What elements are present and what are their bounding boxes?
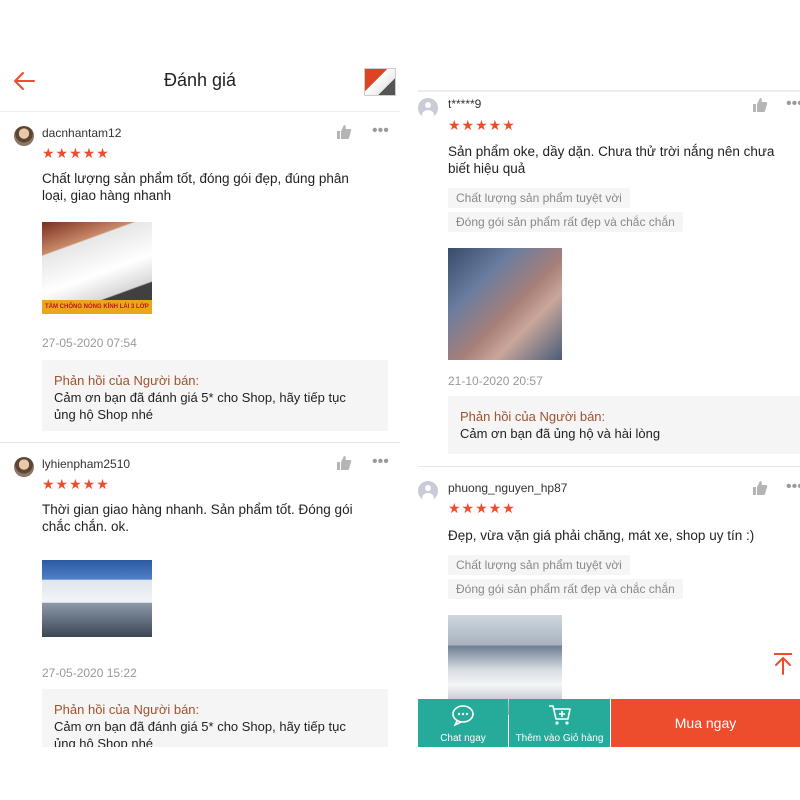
add-to-cart-label: Thêm vào Giỏ hàng bbox=[515, 733, 604, 744]
review-text-line: chắc chắn. ok. bbox=[42, 519, 130, 534]
seller-reply-title: Phản hồi của Người bán: bbox=[460, 409, 606, 424]
star-rating: ★★★★★ bbox=[448, 500, 516, 516]
review-photo[interactable] bbox=[448, 248, 562, 360]
star-rating: ★★★★★ bbox=[448, 117, 516, 133]
product-thumbnail[interactable] bbox=[364, 68, 396, 96]
seller-reply-text: Cảm ơn bạn đã đánh giá 5* cho Shop, hãy … bbox=[54, 390, 346, 405]
username: t*****9 bbox=[448, 97, 482, 111]
review-text: Thời gian giao hàng nhanh. Sản phẩm tốt.… bbox=[42, 501, 353, 535]
seller-reply: Phản hồi của Người bán: Cảm ơn bạn đã đá… bbox=[42, 360, 388, 431]
more-icon[interactable]: ••• bbox=[786, 479, 800, 495]
seller-reply: Phản hồi của Người bán: Cảm ơn bạn đã ủn… bbox=[448, 396, 800, 454]
avatar bbox=[14, 457, 34, 477]
header: Đánh giá bbox=[0, 50, 400, 112]
review-text-line: Sản phẩm oke, dầy dặn. Chưa thử trời nắn… bbox=[448, 144, 775, 159]
divider bbox=[418, 466, 800, 467]
page-title: Đánh giá bbox=[163, 70, 237, 90]
username: dacnhantam12 bbox=[42, 126, 122, 140]
chat-icon bbox=[452, 705, 474, 726]
divider bbox=[0, 442, 400, 443]
username: lyhienpham2510 bbox=[42, 457, 131, 471]
right-screenshot: t*****9 ••• ★★★★★ Sản phẩm oke, dầy dặn.… bbox=[418, 88, 800, 747]
avatar bbox=[418, 98, 438, 118]
review-tag: Đóng gói sản phẩm rất đẹp và chắc chắn bbox=[448, 579, 683, 599]
add-to-cart-button[interactable]: Thêm vào Giỏ hàng bbox=[509, 699, 610, 747]
review-text-line: Thời gian giao hàng nhanh. Sản phẩm tốt.… bbox=[42, 502, 353, 517]
review-tag: Chất lượng sản phẩm tuyệt vời bbox=[448, 555, 630, 575]
review-date: 27-05-2020 07:54 bbox=[42, 336, 137, 350]
scroll-top-icon[interactable] bbox=[770, 650, 796, 676]
review-text-line: biết hiệu quả bbox=[448, 161, 526, 176]
avatar bbox=[14, 126, 34, 146]
seller-reply-text: ủng hộ Shop nhé bbox=[54, 407, 154, 422]
add-to-cart-icon bbox=[548, 705, 571, 725]
review-tag: Chất lượng sản phẩm tuyệt vời bbox=[448, 188, 630, 208]
avatar bbox=[418, 481, 438, 501]
review-text: Chất lượng sản phẩm tốt, đóng gói đẹp, đ… bbox=[42, 170, 349, 204]
review-text: Đẹp, vừa vặn giá phải chăng, mát xe, sho… bbox=[448, 527, 754, 544]
like-icon[interactable] bbox=[752, 97, 768, 113]
chat-now-button[interactable]: Chat ngay bbox=[418, 699, 508, 747]
like-icon[interactable] bbox=[336, 124, 352, 140]
photo-banner-text: TẤM CHỐNG NÓNG KÍNH LÁI 3 LỚP bbox=[42, 300, 152, 314]
review-text-line: Chất lượng sản phẩm tốt, đóng gói đẹp, đ… bbox=[42, 171, 349, 186]
more-icon[interactable]: ••• bbox=[372, 454, 389, 470]
seller-reply: Phản hồi của Người bán: Cảm ơn bạn đã đá… bbox=[42, 689, 388, 747]
seller-reply-text: Cảm ơn bạn đã ủng hộ và hài lòng bbox=[460, 426, 661, 441]
review-text-line: loại, giao hàng nhanh bbox=[42, 188, 172, 203]
review-text: Sản phẩm oke, dầy dặn. Chưa thử trời nắn… bbox=[448, 143, 774, 177]
more-icon[interactable]: ••• bbox=[372, 123, 389, 139]
seller-reply-title: Phản hồi của Người bán: bbox=[54, 373, 200, 388]
buy-now-button[interactable]: Mua ngay bbox=[611, 699, 800, 747]
seller-reply-title: Phản hồi của Người bán: bbox=[54, 702, 200, 717]
chat-now-label: Chat ngay bbox=[440, 733, 486, 744]
bottom-action-bar: Chat ngay Thêm vào Giỏ hàng Mua ngay bbox=[418, 699, 800, 747]
seller-reply-text: Cảm ơn bạn đã đánh giá 5* cho Shop, hãy … bbox=[54, 719, 346, 734]
left-screenshot: Đánh giá dacnhantam12 ••• ★★★★★ Chất lượ… bbox=[0, 50, 400, 747]
like-icon[interactable] bbox=[752, 480, 768, 496]
review-date: 27-05-2020 15:22 bbox=[42, 666, 137, 680]
review-photo[interactable] bbox=[42, 560, 152, 637]
review-text-line: Đẹp, vừa vặn giá phải chăng, mát xe, sho… bbox=[448, 528, 755, 543]
more-icon[interactable]: ••• bbox=[786, 96, 800, 112]
review-tag: Đóng gói sản phẩm rất đẹp và chắc chắn bbox=[448, 212, 683, 232]
star-rating: ★★★★★ bbox=[42, 145, 110, 161]
review-date: 21-10-2020 20:57 bbox=[448, 374, 543, 388]
review-photo[interactable]: TẤM CHỐNG NÓNG KÍNH LÁI 3 LỚP bbox=[42, 222, 152, 314]
divider bbox=[418, 90, 800, 92]
star-rating: ★★★★★ bbox=[42, 476, 110, 492]
like-icon[interactable] bbox=[336, 455, 352, 471]
seller-reply-text: ủng hộ Shop nhé bbox=[54, 736, 154, 747]
username: phuong_nguyen_hp87 bbox=[448, 481, 568, 495]
